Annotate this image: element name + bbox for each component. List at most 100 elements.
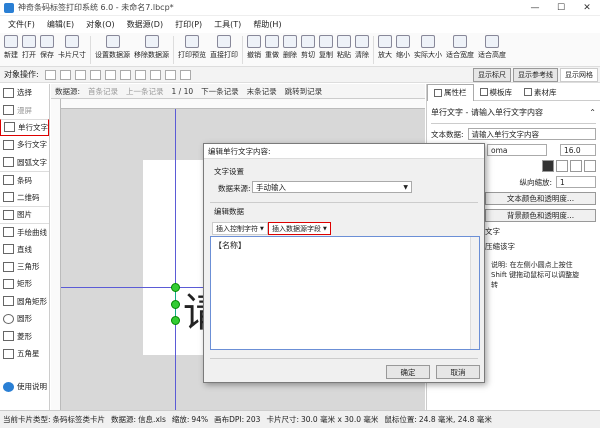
font-size-select[interactable]: 16.0	[560, 144, 596, 156]
actual-size-button[interactable]: 实际大小	[412, 33, 444, 60]
lock-icon[interactable]	[164, 69, 176, 80]
new-button[interactable]: 新建	[2, 33, 20, 60]
copy-button[interactable]: 复制	[317, 33, 335, 60]
tool-triangle[interactable]: 三角形	[0, 258, 49, 275]
delete-button[interactable]: 删除	[281, 33, 299, 60]
undo-button[interactable]: 撤销	[245, 33, 263, 60]
tab-assets[interactable]: 素材库	[518, 87, 563, 98]
redo-icon	[265, 35, 279, 48]
copy-icon	[319, 35, 333, 48]
card-size-label: 卡片尺寸:	[266, 415, 299, 424]
menu-tools[interactable]: 工具(T)	[208, 19, 247, 30]
ok-button[interactable]: 确定	[386, 365, 430, 379]
cut-icon	[301, 35, 315, 48]
content-textarea[interactable]: 【名称】	[210, 236, 480, 350]
first-record-button[interactable]: 首条记录	[88, 86, 118, 97]
menu-datasource[interactable]: 数据源(D)	[121, 19, 169, 30]
status-bar: 当前卡片类型: 条码标签类卡片 数据源: 信息.xls 缩放: 94% 画布DP…	[0, 410, 600, 428]
tool-multi-line-text[interactable]: 多行文字	[0, 136, 49, 153]
menu-object[interactable]: 对象(O)	[80, 19, 121, 30]
help-button[interactable]: 使用说明	[0, 378, 49, 395]
align-justify-button[interactable]	[584, 160, 596, 172]
source-select[interactable]: 手动输入 ▼	[252, 181, 412, 193]
close-button[interactable]: ✕	[574, 0, 600, 16]
tool-barcode[interactable]: 条码	[0, 170, 49, 188]
tab-templates[interactable]: 模板库	[474, 87, 519, 98]
fit-height-button[interactable]: 适合高度	[476, 33, 508, 60]
prev-record-button[interactable]: 上一条记录	[126, 86, 164, 97]
text-data-input[interactable]: 请输入单行文字内容	[467, 128, 596, 140]
resize-handle[interactable]	[171, 300, 180, 309]
tool-qrcode[interactable]: 二维码	[0, 188, 49, 205]
tool-arc-text[interactable]: 圆弧文字	[0, 154, 49, 171]
textarea-scrollbar[interactable]	[470, 237, 479, 349]
open-button[interactable]: 打开	[20, 33, 38, 60]
jump-record-button[interactable]: 跳转到记录	[285, 86, 323, 97]
vertical-guide[interactable]	[175, 109, 176, 410]
align-middle-icon[interactable]	[104, 69, 116, 80]
tool-circle[interactable]: 圆形	[0, 310, 49, 327]
align-bottom-icon[interactable]	[119, 69, 131, 80]
resize-handle[interactable]	[171, 283, 180, 292]
resize-handle[interactable]	[171, 316, 180, 325]
font-name-select[interactable]: oma	[487, 144, 547, 156]
show-grid-toggle[interactable]: 显示网格	[560, 68, 598, 82]
spacing-input[interactable]: 1	[556, 176, 596, 188]
print-preview-button[interactable]: 打印预览	[176, 33, 208, 60]
tool-single-line-text[interactable]: 单行文字	[0, 118, 49, 137]
maximize-button[interactable]: ☐	[548, 0, 574, 16]
align-center-button[interactable]	[556, 160, 568, 172]
tool-diamond[interactable]: 菱形	[0, 327, 49, 344]
remove-datasource-button[interactable]: 移除数据源	[132, 33, 171, 60]
align-right-icon[interactable]	[74, 69, 86, 80]
diamond-icon	[3, 331, 14, 342]
cut-button[interactable]: 剪切	[299, 33, 317, 60]
last-record-button[interactable]: 末条记录	[247, 86, 277, 97]
tool-pan[interactable]: 漫屏	[0, 101, 49, 118]
background-color-button[interactable]: 背景颜色和透明度...	[485, 209, 596, 222]
tool-palette: 选择 漫屏 单行文字 多行文字 圆弧文字 条码 二维码 图片 手绘曲线 直线 三…	[0, 84, 50, 410]
actual-size-icon	[421, 35, 435, 48]
insert-control-char-button[interactable]: 插入控制字符 ▼	[212, 222, 268, 235]
set-datasource-button[interactable]: 设置数据源	[93, 33, 132, 60]
menu-print[interactable]: 打印(P)	[169, 19, 208, 30]
tool-line[interactable]: 直线	[0, 241, 49, 258]
show-guides-toggle[interactable]: 显示参考线	[513, 68, 558, 82]
menu-help[interactable]: 帮助(H)	[247, 19, 287, 30]
delete-icon	[283, 35, 297, 48]
align-right-button[interactable]	[570, 160, 582, 172]
insert-datasource-field-button[interactable]: 插入数据源字段 ▼	[268, 222, 331, 235]
tool-star[interactable]: 五角星	[0, 345, 49, 362]
tool-rectangle[interactable]: 矩形	[0, 275, 49, 292]
send-back-icon[interactable]	[149, 69, 161, 80]
zoom-in-button[interactable]: 放大	[376, 33, 394, 60]
align-left-button[interactable]	[542, 160, 554, 172]
align-center-icon[interactable]	[59, 69, 71, 80]
next-record-button[interactable]: 下一条记录	[201, 86, 239, 97]
tool-rounded-rect[interactable]: 圆角矩形	[0, 293, 49, 310]
redo-button[interactable]: 重做	[263, 33, 281, 60]
chevron-up-icon[interactable]: ⌃	[589, 108, 596, 117]
align-top-icon[interactable]	[89, 69, 101, 80]
tool-freehand[interactable]: 手绘曲线	[0, 223, 49, 240]
text-color-button[interactable]: 文本颜色和透明度...	[485, 192, 596, 205]
card-size-button[interactable]: 卡片尺寸	[56, 33, 88, 60]
tab-properties[interactable]: 属性栏	[427, 83, 474, 101]
triangle-icon	[3, 261, 14, 272]
show-ruler-toggle[interactable]: 显示标尺	[473, 68, 511, 82]
tool-select[interactable]: 选择	[0, 84, 49, 101]
menu-edit[interactable]: 编辑(E)	[41, 19, 80, 30]
align-left-icon[interactable]	[44, 69, 56, 80]
menu-file[interactable]: 文件(F)	[2, 19, 41, 30]
cancel-button[interactable]: 取消	[436, 365, 480, 379]
save-button[interactable]: 保存	[38, 33, 56, 60]
paste-button[interactable]: 粘贴	[335, 33, 353, 60]
zoom-out-button[interactable]: 缩小	[394, 33, 412, 60]
minimize-button[interactable]: —	[522, 0, 548, 16]
clear-button[interactable]: 清除	[353, 33, 371, 60]
fit-width-button[interactable]: 适合宽度	[444, 33, 476, 60]
print-button[interactable]: 直接打印	[208, 33, 240, 60]
bring-front-icon[interactable]	[134, 69, 146, 80]
group-icon[interactable]	[179, 69, 191, 80]
tool-image[interactable]: 图片	[0, 205, 49, 223]
